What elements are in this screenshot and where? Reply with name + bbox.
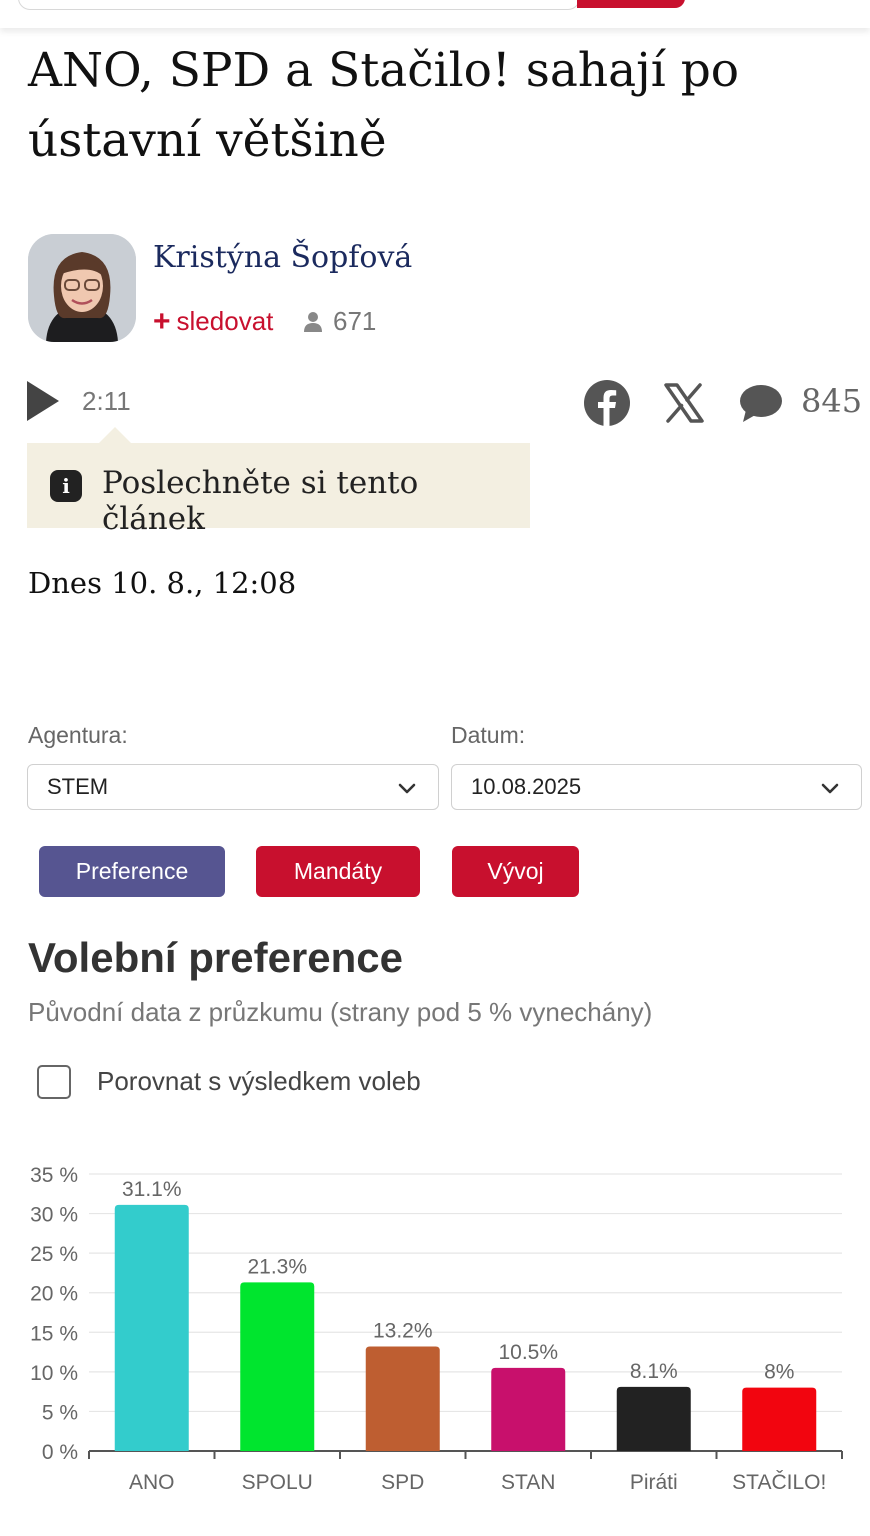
agency-value: STEM — [47, 774, 109, 799]
tab-vyvoj[interactable]: Vývoj — [452, 846, 579, 897]
chevron-down-icon — [398, 783, 416, 794]
y-tick-label: 25 % — [30, 1243, 78, 1266]
follow-label: sledovat — [176, 306, 274, 336]
author-photo — [28, 234, 136, 342]
y-tick-label: 30 % — [30, 1204, 78, 1227]
x-tick-label: SPD — [381, 1471, 424, 1494]
followers-count: 671 — [303, 306, 376, 337]
chevron-down-icon — [821, 783, 839, 794]
info-icon: i — [50, 470, 82, 502]
data-label: 13.2% — [373, 1320, 433, 1343]
compare-label[interactable]: Porovnat s výsledkem voleb — [97, 1066, 421, 1097]
tab-preference[interactable]: Preference — [39, 846, 225, 897]
x-tick-label: Piráti — [630, 1471, 678, 1494]
facebook-icon[interactable] — [584, 380, 630, 426]
agency-select[interactable]: STEM — [27, 764, 439, 810]
compare-checkbox[interactable] — [37, 1065, 71, 1099]
comment-count[interactable]: 845 — [801, 382, 862, 420]
x-twitter-icon[interactable] — [664, 383, 704, 423]
data-label: 31.1% — [122, 1178, 182, 1201]
y-tick-label: 15 % — [30, 1322, 78, 1345]
followers-value: 671 — [333, 306, 377, 336]
plus-icon: + — [153, 304, 171, 338]
follow-button[interactable]: + sledovat — [153, 306, 273, 337]
date-select[interactable]: 10.08.2025 — [451, 764, 862, 810]
audio-duration: 2:11 — [82, 386, 131, 416]
x-tick-label: STAN — [501, 1471, 555, 1494]
play-icon[interactable] — [27, 381, 59, 421]
x-tick-label: STAČILO! — [732, 1471, 826, 1494]
search-button[interactable] — [577, 0, 685, 8]
date-value: 10.08.2025 — [471, 774, 582, 799]
bar — [491, 1367, 566, 1451]
y-tick-label: 20 % — [30, 1283, 78, 1306]
bar — [240, 1282, 315, 1451]
bar — [365, 1346, 440, 1451]
article-headline: ANO, SPD a Stačilo! sahají po ústavní vě… — [28, 43, 740, 168]
preference-chart: 0 % 5 % 10 % 15 % 20 % 25 % 30 % 35 % 31.1% ANO 21… — [30, 1164, 843, 1494]
author-avatar[interactable] — [28, 234, 136, 342]
bar — [742, 1387, 817, 1451]
search-input[interactable] — [18, 0, 580, 10]
tooltip-text: Poslechněte si tento článek — [102, 465, 419, 537]
bar — [616, 1386, 691, 1451]
y-tick-label: 10 % — [30, 1362, 78, 1385]
data-label: 10.5% — [498, 1341, 558, 1364]
section-subtitle: Původní data z průzkumu (strany pod 5 % … — [28, 997, 653, 1027]
date-label: Datum: — [451, 722, 526, 748]
data-label: 21.3% — [247, 1255, 307, 1278]
comment-icon[interactable] — [738, 382, 784, 424]
data-label: 8.1% — [630, 1360, 678, 1383]
x-tick-label: SPOLU — [242, 1471, 313, 1494]
section-title: Volební preference — [28, 934, 404, 981]
x-tick-label: ANO — [129, 1471, 175, 1494]
y-tick-label: 5 % — [42, 1401, 78, 1424]
data-label: 8% — [764, 1361, 794, 1384]
user-icon — [304, 311, 322, 332]
audio-tooltip: i Poslechněte si tento článek — [27, 427, 530, 537]
y-tick-label: 35 % — [30, 1164, 78, 1187]
y-tick-label: 0 % — [42, 1441, 78, 1464]
tab-mandaty[interactable]: Mandáty — [256, 846, 420, 897]
top-bar — [0, 0, 870, 28]
agency-label: Agentura: — [28, 722, 128, 748]
bar — [114, 1204, 189, 1451]
article-date: Dnes 10. 8., 12:08 — [28, 566, 297, 600]
author-name[interactable]: Kristýna Šopfová — [153, 240, 412, 275]
